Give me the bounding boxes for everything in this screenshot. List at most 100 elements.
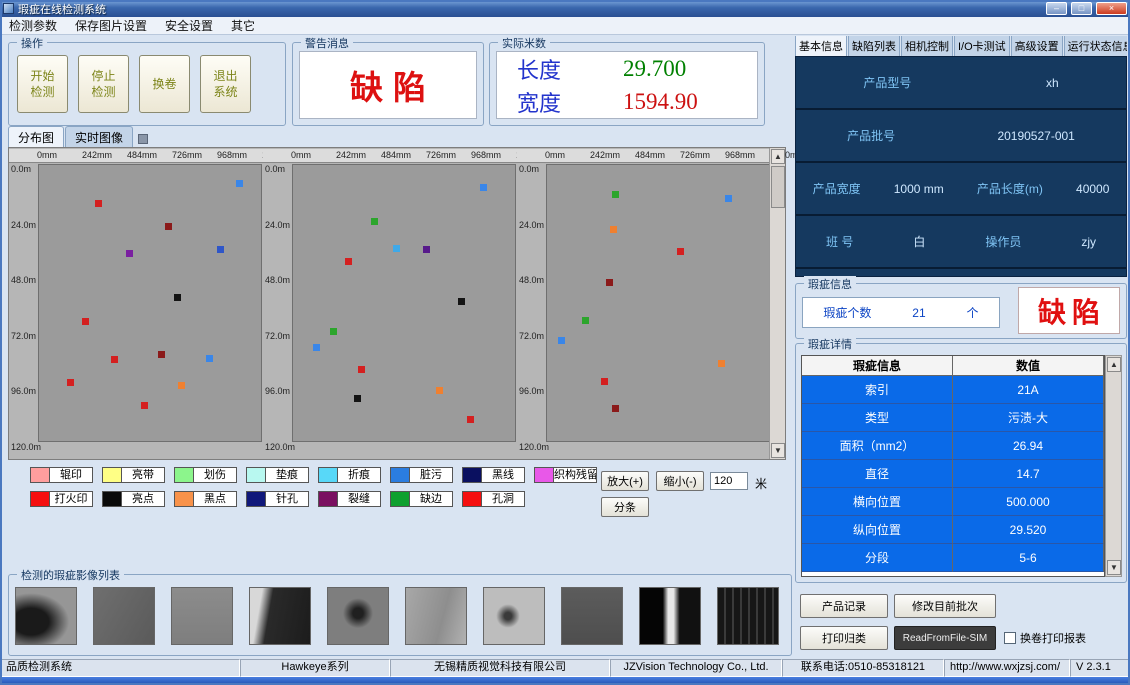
defect-point <box>480 184 487 191</box>
zoom-in-button[interactable]: 放大(+) <box>601 471 649 491</box>
view-tab[interactable]: 分布图 <box>8 126 64 148</box>
legend-item: 织构残留 <box>534 467 597 484</box>
defect-thumbnail[interactable] <box>405 587 467 645</box>
defect-point <box>393 245 400 252</box>
length-value: 29.700 <box>623 56 686 82</box>
scroll-down-icon[interactable]: ▼ <box>1107 560 1121 575</box>
scatter-plot[interactable] <box>38 164 262 442</box>
defect-table-row[interactable]: 索引21A <box>802 376 1104 404</box>
legend-label: 划伤 <box>194 467 237 483</box>
defect-table-field: 横向位置 <box>802 488 953 516</box>
minimize-button[interactable]: – <box>1046 2 1067 15</box>
operation-button[interactable]: 开始检测 <box>17 55 68 113</box>
legend-item: 亮点 <box>102 491 165 508</box>
defect-thumbnail[interactable] <box>249 587 311 645</box>
split-button[interactable]: 分条 <box>601 497 649 517</box>
legend-label: 打火印 <box>50 491 93 507</box>
product-record-button[interactable]: 产品记录 <box>800 594 888 618</box>
right-tab[interactable]: 高级设置 <box>1011 36 1063 56</box>
defect-table-row[interactable]: 横向位置500.000 <box>802 488 1104 516</box>
modify-batch-button[interactable]: 修改目前批次 <box>894 594 996 618</box>
read-from-file-button[interactable]: ReadFromFile-SIM <box>894 626 996 650</box>
tab-strip-icon[interactable] <box>138 134 148 144</box>
menu-item[interactable]: 检测参数 <box>0 16 66 35</box>
defect-table-row[interactable]: 纵向位置29.520 <box>802 516 1104 544</box>
legend-item: 亮带 <box>102 467 165 484</box>
maximize-button[interactable]: □ <box>1071 2 1092 15</box>
legend-item: 孔洞 <box>462 491 525 508</box>
menu-item[interactable]: 其它 <box>222 16 264 35</box>
defect-count-value: 21 <box>912 306 925 320</box>
legend-color-swatch <box>174 467 194 483</box>
legend-color-swatch <box>318 491 338 507</box>
meters-input[interactable] <box>710 472 748 490</box>
legend-color-swatch <box>534 467 554 483</box>
scatter-plot[interactable] <box>292 164 516 442</box>
width-label: 宽度 <box>517 86 581 118</box>
operation-button[interactable]: 退出系统 <box>200 55 251 113</box>
right-tab[interactable]: 缺陷列表 <box>848 36 900 56</box>
legend-item: 黑点 <box>174 491 237 508</box>
x-tick-label: 0mm <box>545 150 565 160</box>
legend-color-swatch <box>390 467 410 483</box>
scroll-down-icon[interactable]: ▼ <box>771 443 785 458</box>
y-tick-label: 24.0m <box>265 220 291 230</box>
right-tab[interactable]: 相机控制 <box>901 36 953 56</box>
menu-item[interactable]: 保存图片设置 <box>66 16 156 35</box>
right-tab[interactable]: 运行状态信息 <box>1064 36 1127 56</box>
right-tab[interactable]: I/O卡测试 <box>954 36 1010 56</box>
operation-button[interactable]: 停止检测 <box>78 55 129 113</box>
defect-table-row[interactable]: 直径14.7 <box>802 460 1104 488</box>
defect-point <box>606 279 613 286</box>
y-tick-label: 24.0m <box>11 220 37 230</box>
defect-alert-text: 缺陷 <box>1032 291 1106 331</box>
legend-color-swatch <box>462 491 482 507</box>
defect-table-field: 纵向位置 <box>802 516 953 544</box>
defect-thumbnail[interactable] <box>483 587 545 645</box>
defect-thumbnail[interactable] <box>639 587 701 645</box>
right-tab[interactable]: 基本信息 <box>795 36 847 56</box>
defect-table-row[interactable]: 分段5-6 <box>802 544 1104 572</box>
info-label: 产品宽度 <box>813 180 861 197</box>
status-segment: 联系电话:0510-85318121 <box>782 659 944 677</box>
legend-label: 脏污 <box>410 467 453 483</box>
defect-table-value: 26.94 <box>953 432 1104 460</box>
print-report-checkbox[interactable] <box>1004 632 1016 644</box>
close-button[interactable]: × <box>1096 2 1127 15</box>
view-tab[interactable]: 实时图像 <box>65 126 133 148</box>
taskbar-strip <box>0 677 1130 685</box>
defect-thumbnail[interactable] <box>561 587 623 645</box>
legend-label: 亮带 <box>122 467 165 483</box>
print-classify-button[interactable]: 打印归类 <box>800 626 888 650</box>
info-value: 20190527-001 <box>997 129 1074 143</box>
defect-thumbnail[interactable] <box>171 587 233 645</box>
scatter-plot[interactable] <box>546 164 770 442</box>
table-scrollbar[interactable]: ▲ ▼ <box>1105 355 1122 577</box>
plot-scrollbar[interactable]: ▲ ▼ <box>769 148 785 459</box>
scroll-up-icon[interactable]: ▲ <box>771 149 785 164</box>
x-tick-label: 726mm <box>172 150 202 160</box>
x-tick-label: 968mm <box>471 150 501 160</box>
defect-thumbnail[interactable] <box>93 587 155 645</box>
defect-thumbnail[interactable] <box>717 587 779 645</box>
operation-group-label: 操作 <box>17 35 47 51</box>
info-label: 操作员 <box>985 233 1021 250</box>
operation-button[interactable]: 换卷 <box>139 55 190 113</box>
defect-thumbnail[interactable] <box>15 587 77 645</box>
legend-label: 裂缝 <box>338 491 381 507</box>
defect-point <box>206 355 213 362</box>
zoom-out-button[interactable]: 缩小(-) <box>656 471 704 491</box>
info-value: xh <box>1046 76 1059 90</box>
y-tick-label: 120.0m <box>265 442 291 452</box>
warning-group-label: 警告消息 <box>301 35 353 51</box>
width-value: 1594.90 <box>623 89 698 115</box>
info-label: 班 号 <box>826 233 853 250</box>
defect-table-row[interactable]: 面积（mm2）26.94 <box>802 432 1104 460</box>
product-info-row: 产品批号20190527-001 <box>796 110 1126 163</box>
defect-thumbnail[interactable] <box>327 587 389 645</box>
defect-table-row[interactable]: 类型污渍-大 <box>802 404 1104 432</box>
menu-item[interactable]: 安全设置 <box>156 16 222 35</box>
scroll-up-icon[interactable]: ▲ <box>1107 357 1121 372</box>
scrollbar-thumb[interactable] <box>771 166 785 208</box>
defect-point <box>126 250 133 257</box>
